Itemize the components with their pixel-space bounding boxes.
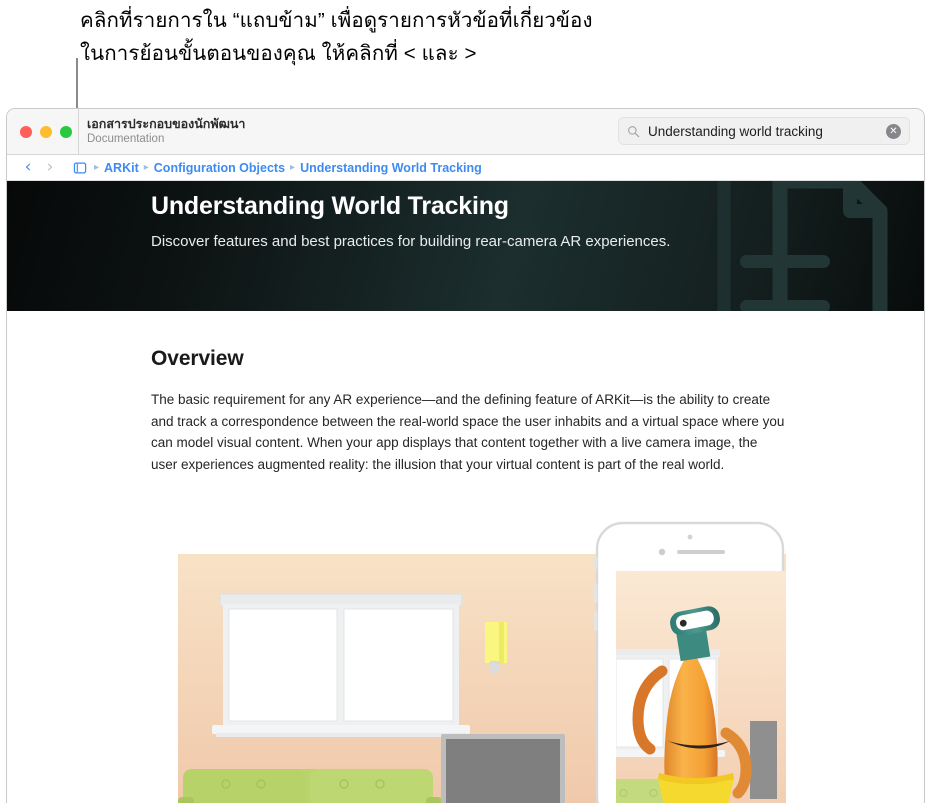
mute-switch [594, 557, 598, 569]
television [441, 734, 565, 803]
search-input-value[interactable]: Understanding world tracking [648, 124, 886, 139]
minimize-button[interactable] [40, 125, 52, 138]
search-icon [628, 125, 640, 137]
window-subtitle: Documentation [87, 132, 165, 145]
back-button[interactable]: ‹ [17, 159, 39, 176]
window-title: เอกสารประกอบของนักพัฒนา [87, 117, 246, 132]
breadcrumb-item-arkit[interactable]: ARKit [104, 161, 139, 175]
breadcrumb-separator: ▸ [290, 162, 296, 173]
volume-down-button [594, 611, 598, 631]
volume-up-button [594, 583, 598, 603]
hero-title: Understanding World Tracking [151, 192, 509, 220]
window-titlebar: เอกสารประกอบของนักพัฒนา Documentation Un… [7, 109, 924, 155]
annotation-text: คลิกที่รายการใน “แถบข้าม” เพื่อดูรายการห… [80, 9, 593, 65]
breadcrumb-separator: ▸ [143, 162, 149, 173]
hero-subtitle: Discover features and best practices for… [151, 233, 671, 250]
camera-feed [616, 571, 786, 803]
earpiece-speaker [677, 550, 725, 554]
zoom-button[interactable] [60, 125, 72, 138]
close-button[interactable] [20, 125, 32, 138]
illustration-svg [178, 521, 786, 803]
hero-content: Understanding World Tracking Discover fe… [7, 181, 924, 253]
traffic-light-group [7, 125, 77, 138]
book-icon [73, 161, 87, 174]
window-title-block: เอกสารประกอบของนักพัฒนา Documentation [87, 117, 245, 146]
overview-heading: Overview [151, 347, 244, 370]
breadcrumb-home-icon[interactable] [73, 161, 87, 175]
breadcrumb-bar: ‹ › ▸ ARKit ▸ Configuration Objects ▸ Un… [7, 155, 924, 181]
article-body: Overview The basic requirement for any A… [7, 311, 924, 475]
hero-banner: Understanding World Tracking Discover fe… [7, 181, 924, 311]
camera-dot [687, 534, 693, 540]
overview-paragraph: The basic requirement for any AR experie… [151, 392, 785, 472]
room-window [212, 593, 470, 737]
ar-living-room-illustration [150, 521, 786, 803]
forward-button[interactable]: › [39, 159, 61, 176]
breadcrumb-item-understanding-world-tracking[interactable]: Understanding World Tracking [300, 161, 482, 175]
breadcrumb-separator: ▸ [94, 162, 100, 173]
breadcrumb-item-configuration-objects[interactable]: Configuration Objects [154, 161, 285, 175]
screenshot-root: คลิกที่รายการใน “แถบข้าม” เพื่อดูรายการห… [0, 0, 931, 803]
clear-search-icon[interactable]: ✕ [886, 123, 901, 139]
sofa [178, 769, 442, 803]
titlebar-divider [78, 109, 79, 154]
iphone-device [594, 521, 786, 803]
search-field[interactable]: Understanding world tracking ✕ [618, 117, 910, 145]
sensor-dot [658, 548, 666, 556]
